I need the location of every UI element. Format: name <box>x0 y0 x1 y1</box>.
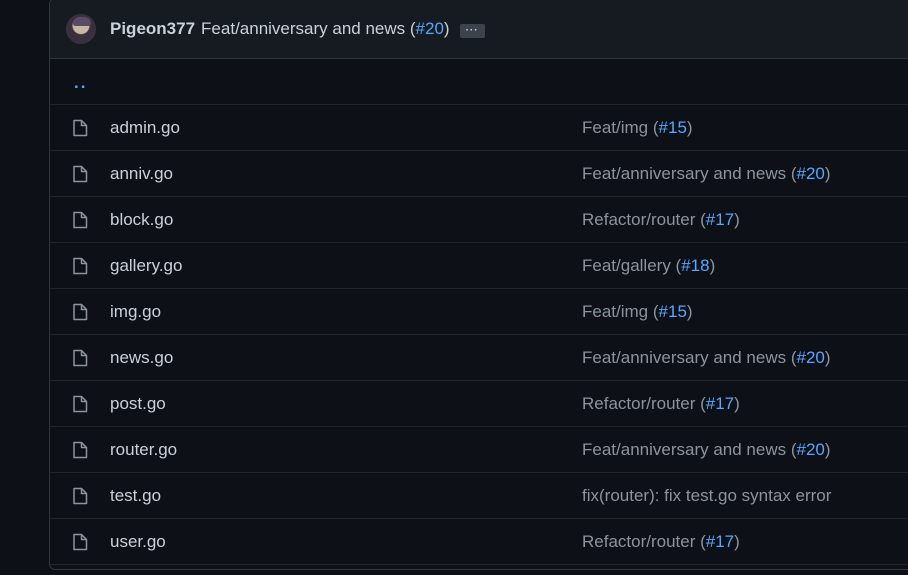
file-commit-text: Feat/anniversary and news ( <box>582 348 797 367</box>
file-commit-pr-link[interactable]: #15 <box>659 118 687 137</box>
file-commit-message[interactable]: Feat/anniversary and news (#20) <box>582 164 831 184</box>
commit-message-suffix: ) <box>443 18 450 38</box>
file-name-link[interactable]: anniv.go <box>110 164 173 184</box>
file-commit-pr-link[interactable]: #20 <box>797 440 825 459</box>
file-row[interactable]: test.go fix(router): fix test.go syntax e… <box>50 473 908 519</box>
file-commit-text: Refactor/router ( <box>582 532 706 551</box>
file-name-link[interactable]: block.go <box>110 210 173 230</box>
file-icon <box>72 349 88 367</box>
file-commit-suffix: ) <box>734 532 740 551</box>
file-row[interactable]: anniv.go Feat/anniversary and news (#20) <box>50 151 908 197</box>
file-icon <box>72 211 88 229</box>
file-commit-text: fix(router): fix test.go syntax error <box>582 486 832 505</box>
file-row[interactable]: gallery.go Feat/gallery (#18) <box>50 243 908 289</box>
file-commit-pr-link[interactable]: #20 <box>797 164 825 183</box>
file-name-link[interactable]: img.go <box>110 302 161 322</box>
file-name-link[interactable]: gallery.go <box>110 256 182 276</box>
file-name-link[interactable]: news.go <box>110 348 173 368</box>
file-name-link[interactable]: router.go <box>110 440 177 460</box>
file-commit-text: Refactor/router ( <box>582 394 706 413</box>
file-icon <box>72 257 88 275</box>
file-commit-message[interactable]: Feat/anniversary and news (#20) <box>582 348 831 368</box>
file-commit-message[interactable]: Feat/gallery (#18) <box>582 256 715 276</box>
parent-directory-link[interactable]: .. <box>74 73 87 93</box>
file-icon <box>72 533 88 551</box>
file-icon <box>72 303 88 321</box>
file-commit-suffix: ) <box>824 440 831 459</box>
file-icon <box>72 487 88 505</box>
file-row[interactable]: block.go Refactor/router (#17) <box>50 197 908 243</box>
file-row[interactable]: admin.go Feat/img (#15) <box>50 105 908 151</box>
file-commit-suffix: ) <box>709 256 716 275</box>
file-row[interactable]: img.go Feat/img (#15) <box>50 289 908 335</box>
file-commit-pr-link[interactable]: #17 <box>706 394 734 413</box>
file-commit-suffix: ) <box>824 348 831 367</box>
avatar[interactable] <box>66 13 96 44</box>
expand-commit-button[interactable]: ··· <box>459 23 485 38</box>
page: Pigeon377 Feat/anniversary and news (#20… <box>0 0 908 575</box>
file-commit-suffix: ) <box>734 210 740 229</box>
file-row[interactable]: news.go Feat/anniversary and news (#20) <box>50 335 908 381</box>
file-name-link[interactable]: test.go <box>110 486 161 506</box>
file-commit-suffix: ) <box>824 164 831 183</box>
file-commit-message[interactable]: Feat/img (#15) <box>582 118 693 138</box>
file-commit-message[interactable]: Refactor/router (#17) <box>582 394 740 414</box>
file-commit-pr-link[interactable]: #15 <box>659 302 687 321</box>
file-row[interactable]: post.go Refactor/router (#17) <box>50 381 908 427</box>
file-commit-suffix: ) <box>686 302 693 321</box>
commit-pr-link[interactable]: #20 <box>416 19 444 38</box>
latest-commit-header: Pigeon377 Feat/anniversary and news (#20… <box>50 0 908 59</box>
file-icon <box>72 441 88 459</box>
file-commit-text: Feat/gallery ( <box>582 256 682 275</box>
parent-directory-row[interactable]: .. <box>50 59 908 105</box>
file-commit-text: Feat/anniversary and news ( <box>582 164 797 183</box>
file-commit-pr-link[interactable]: #20 <box>797 348 825 367</box>
file-commit-suffix: ) <box>686 118 693 137</box>
file-name-link[interactable]: post.go <box>110 394 166 414</box>
commit-author[interactable]: Pigeon377 <box>110 19 195 39</box>
file-commit-pr-link[interactable]: #18 <box>681 256 709 275</box>
file-icon <box>72 165 88 183</box>
file-commit-message[interactable]: Refactor/router (#17) <box>582 532 740 552</box>
file-commit-text: Feat/anniversary and news ( <box>582 440 797 459</box>
file-name-link[interactable]: user.go <box>110 532 166 552</box>
file-commit-text: Feat/img ( <box>582 302 659 321</box>
file-commit-text: Refactor/router ( <box>582 210 706 229</box>
file-row[interactable]: router.go Feat/anniversary and news (#20) <box>50 427 908 473</box>
file-commit-text: Feat/img ( <box>582 118 659 137</box>
file-row[interactable]: user.go Refactor/router (#17) <box>50 519 908 565</box>
commit-message[interactable]: Feat/anniversary and news (#20) <box>201 19 450 39</box>
file-commit-pr-link[interactable]: #17 <box>706 532 734 551</box>
file-commit-suffix: ) <box>734 394 740 413</box>
file-commit-pr-link[interactable]: #17 <box>706 210 734 229</box>
commit-message-text: Feat/anniversary and news ( <box>201 18 416 38</box>
file-name-link[interactable]: admin.go <box>110 118 180 138</box>
file-commit-message[interactable]: fix(router): fix test.go syntax error <box>582 486 831 506</box>
file-browser: Pigeon377 Feat/anniversary and news (#20… <box>49 0 908 570</box>
file-commit-message[interactable]: Feat/anniversary and news (#20) <box>582 440 831 460</box>
file-commit-message[interactable]: Refactor/router (#17) <box>582 210 740 230</box>
file-commit-message[interactable]: Feat/img (#15) <box>582 302 693 322</box>
file-icon <box>72 395 88 413</box>
file-icon <box>72 119 88 137</box>
